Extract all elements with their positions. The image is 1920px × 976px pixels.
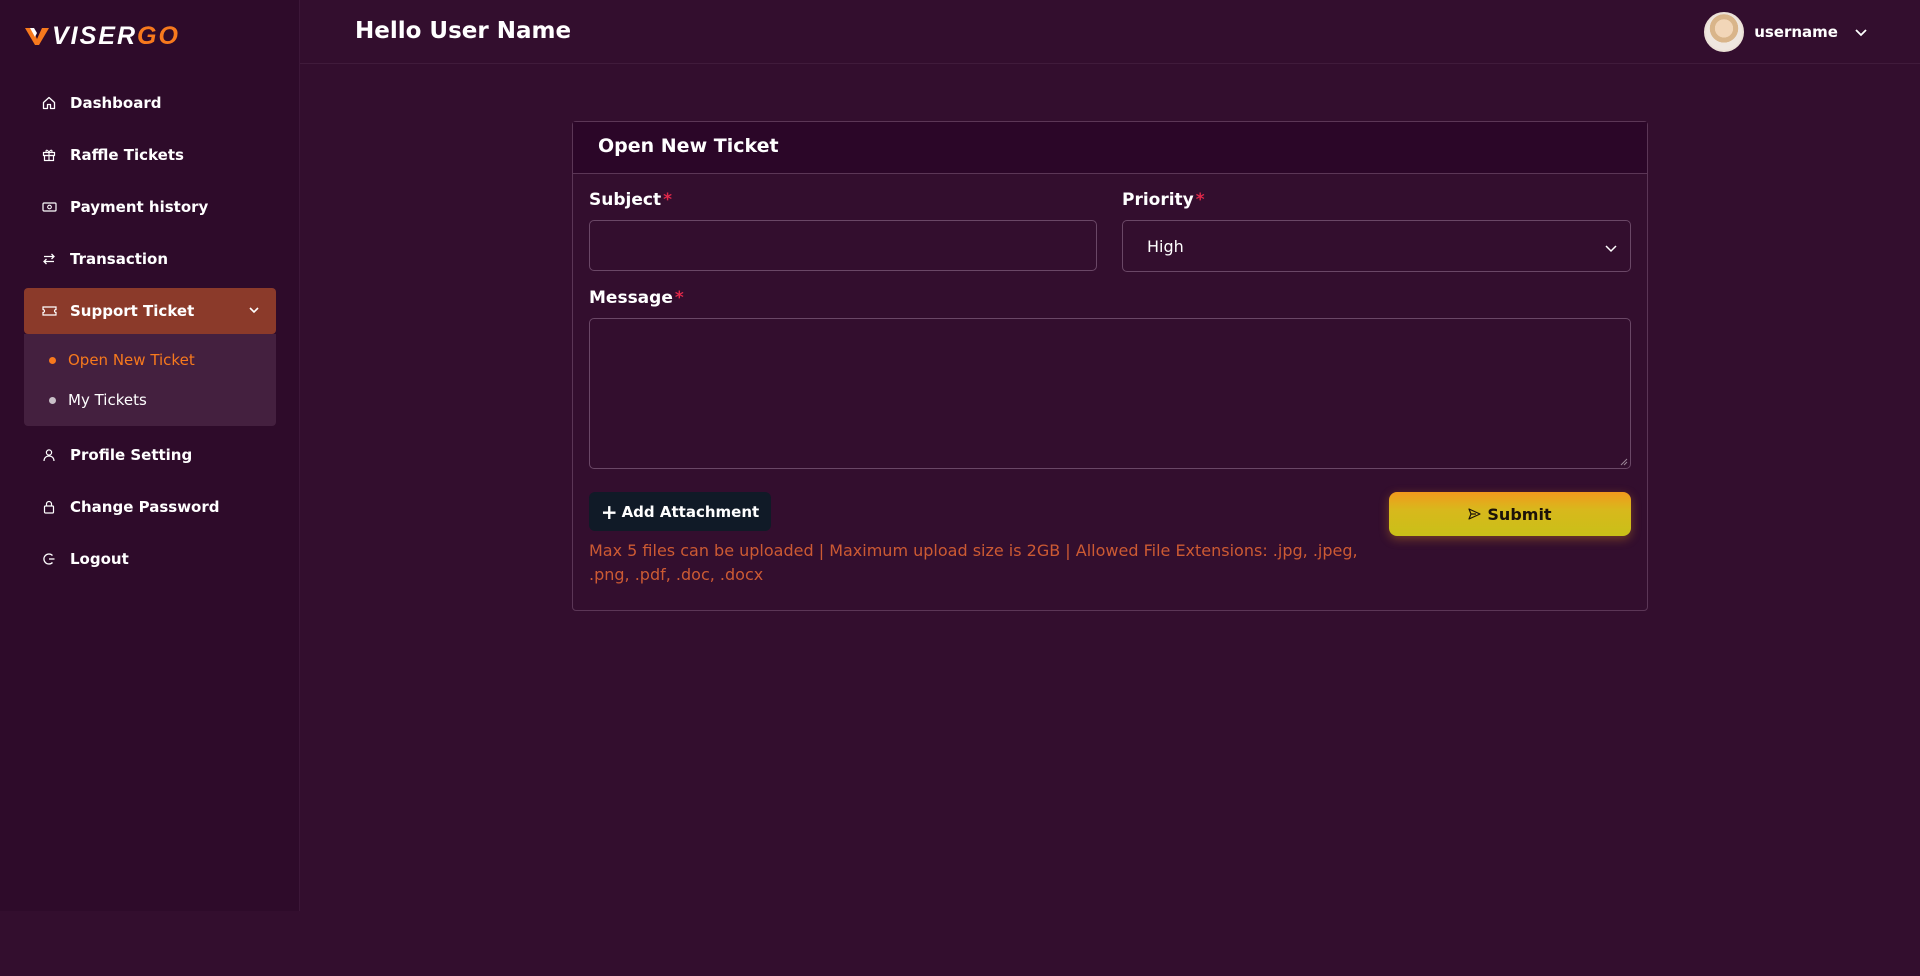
- sidebar-item-label: Change Password: [70, 498, 220, 516]
- transfer-icon: [40, 250, 58, 268]
- subject-label-text: Subject: [589, 190, 662, 210]
- sidebar-item-label: Payment history: [70, 198, 209, 216]
- priority-label-text: Priority: [1122, 190, 1194, 210]
- sidebar-item-transaction[interactable]: Transaction: [24, 236, 276, 282]
- logo-mark-icon: [25, 28, 49, 45]
- message-textarea[interactable]: [589, 318, 1631, 469]
- sidebar-item-label: Logout: [70, 550, 129, 568]
- subject-input[interactable]: [589, 220, 1097, 271]
- sidebar-item-dashboard[interactable]: Dashboard: [24, 80, 276, 126]
- sidebar-item-support-ticket[interactable]: Support Ticket: [24, 288, 276, 334]
- ticket-icon: [40, 302, 58, 320]
- chevron-down-icon[interactable]: [1854, 23, 1868, 42]
- sidebar-nav: Dashboard Raffle Tickets Payment history…: [24, 80, 276, 588]
- resize-handle-icon[interactable]: [1620, 458, 1628, 466]
- logo-text-main: VISER: [52, 21, 138, 50]
- sidebar-item-logout[interactable]: Logout: [24, 536, 276, 582]
- priority-selected-value: High: [1147, 236, 1184, 256]
- bullet-icon: [49, 396, 56, 404]
- brand-logo[interactable]: VISER GO: [24, 21, 180, 50]
- sidebar-item-label: Transaction: [70, 250, 169, 268]
- submenu-item-my-tickets[interactable]: My Tickets: [24, 380, 276, 420]
- add-attachment-button[interactable]: + Add Attachment: [589, 492, 771, 531]
- user-menu[interactable]: username: [1704, 12, 1868, 52]
- money-icon: [40, 198, 58, 216]
- home-icon: [40, 94, 58, 112]
- lock-icon: [40, 498, 58, 516]
- submit-label: Submit: [1487, 504, 1552, 524]
- sidebar-item-label: Profile Setting: [70, 446, 193, 464]
- sidebar-item-label: Support Ticket: [70, 302, 195, 320]
- required-marker: *: [674, 288, 684, 308]
- sidebar-item-profile-setting[interactable]: Profile Setting: [24, 432, 276, 478]
- sidebar: VISER GO Dashboard Raffle Tickets Payment…: [0, 0, 300, 911]
- send-icon: [1468, 505, 1482, 524]
- upload-restrictions-note: Max 5 files can be uploaded | Maximum up…: [589, 541, 1358, 584]
- plus-icon: +: [600, 499, 618, 524]
- submenu-item-label: My Tickets: [68, 391, 147, 409]
- support-ticket-submenu: Open New Ticket My Tickets: [24, 334, 276, 426]
- required-marker: *: [663, 190, 672, 210]
- bullet-icon: [49, 356, 56, 364]
- sidebar-item-label: Raffle Tickets: [70, 146, 184, 164]
- logout-icon: [40, 550, 58, 568]
- sidebar-item-label: Dashboard: [70, 94, 162, 112]
- open-ticket-card: Open New Ticket Subject * Priority * High …: [572, 121, 1648, 611]
- submenu-item-open-new-ticket[interactable]: Open New Ticket: [24, 340, 276, 380]
- sidebar-item-change-password[interactable]: Change Password: [24, 484, 276, 530]
- top-header: Hello User Name username: [300, 0, 1920, 64]
- gift-icon: [40, 146, 58, 164]
- user-icon: [40, 446, 58, 464]
- add-attachment-label: Add Attachment: [621, 502, 760, 521]
- sidebar-item-payment-history[interactable]: Payment history: [24, 184, 276, 230]
- avatar[interactable]: [1704, 12, 1745, 52]
- priority-select[interactable]: High: [1122, 220, 1631, 272]
- sidebar-item-raffle-tickets[interactable]: Raffle Tickets: [24, 132, 276, 178]
- page-greeting: Hello User Name: [355, 18, 572, 44]
- logo-text-accent: GO: [137, 21, 180, 50]
- priority-label: Priority *: [1122, 190, 1205, 210]
- message-label-text: Message: [589, 288, 673, 308]
- required-marker: *: [1195, 190, 1205, 210]
- submit-button[interactable]: Submit: [1389, 492, 1631, 536]
- message-label: Message *: [589, 288, 684, 308]
- subject-label: Subject *: [589, 190, 672, 210]
- chevron-down-icon: [1604, 239, 1618, 258]
- chevron-down-icon: [248, 302, 260, 320]
- username-label: username: [1754, 23, 1838, 41]
- card-title: Open New Ticket: [573, 122, 1647, 174]
- submenu-item-label: Open New Ticket: [68, 351, 195, 369]
